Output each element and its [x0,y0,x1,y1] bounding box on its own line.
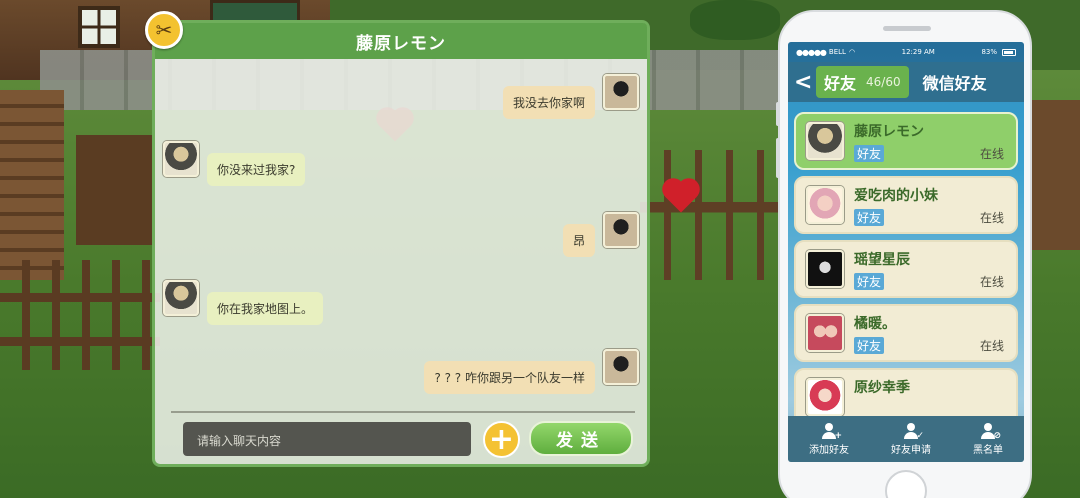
tab-wechat-friends[interactable]: 微信好友 [923,70,987,94]
status-bar: ●●●●● BELL ◠ 12:29 AM 83% [788,42,1024,62]
phone-home-button[interactable] [885,470,927,498]
friend-avatar [806,186,844,224]
signal-icon: ●●●●● [796,47,827,57]
friend-avatar [806,250,844,288]
tab-friends-label: 好友 [824,74,857,93]
tree [690,0,780,40]
friend-request-icon: ✓ [903,422,924,440]
blacklist-icon: ⊘ [980,422,1001,440]
chat-title: 藤原レモン [356,33,446,54]
message-bubble-self: 我没去你家啊 [502,86,595,119]
wooden-crate-right [1030,100,1080,250]
phone-frame: ●●●●● BELL ◠ 12:29 AM 83% < 好友 46/60 微信好… [776,10,1032,498]
plus-icon: + [488,421,515,457]
wooden-fence-left [0,260,160,370]
friend-avatar [806,314,844,352]
footer-label: 添加好友 [809,444,849,456]
online-status: 在线 [979,147,1004,161]
friend-count: 46/60 [866,75,901,89]
wooden-crate [76,135,152,245]
friend-request-button[interactable]: ✓ 好友申请 [891,422,931,456]
wifi-icon: ◠ [848,48,856,56]
message-list[interactable]: 我没去你家啊 你没来过我家? 昂 你在我家地图上。 ? ? ? 咋你跟另一个队友… [155,59,647,411]
self-avatar [603,349,639,385]
online-status: 在线 [979,211,1004,225]
message-bubble-friend: 你在我家地图上。 [207,292,324,325]
phone-header: < 好友 46/60 微信好友 [788,62,1024,102]
chat-input[interactable]: 请输入聊天内容 [183,422,471,456]
message-row: 你没来过我家? [163,141,306,186]
add-badge: + [834,430,842,441]
friend-avatar [806,378,844,416]
blacklist-button[interactable]: ⊘ 黑名单 [973,422,1003,456]
status-left: ●●●●● BELL ◠ [796,48,855,57]
battery-percent: 83% [981,48,997,56]
footer-label: 好友申请 [891,444,931,456]
message-row: 你在我家地图上。 [163,280,324,325]
add-friend-button[interactable]: + 添加好友 [809,422,849,456]
message-bubble-self: ? ? ? 咋你跟另一个队友一样 [424,361,595,394]
self-avatar [603,212,639,248]
friend-tag: 好友 [854,273,885,290]
message-bubble-friend: 你没来过我家? [207,153,306,186]
footer-label: 黑名单 [973,444,1003,456]
self-avatar [603,74,639,110]
chat-header: 藤原レモン [155,23,647,59]
friend-list-item[interactable]: 橘暖。 好友 在线 [794,304,1018,362]
battery-icon [1002,48,1016,56]
friend-list-item[interactable]: 爱吃肉的小妹 好友 在线 [794,176,1018,234]
friend-avatar[interactable] [163,141,199,177]
friend-avatar [806,122,844,160]
add-friend-icon: + [821,422,842,440]
friend-tag: 好友 [854,337,885,354]
friend-tag: 好友 [854,209,885,226]
friend-list-item[interactable]: 瑶望星辰 好友 在线 [794,240,1018,298]
close-button[interactable]: ✂ [145,11,183,49]
back-arrow-icon[interactable]: < [794,70,816,95]
message-bubble-self: 昂 [562,224,595,257]
phone-screen: ●●●●● BELL ◠ 12:29 AM 83% < 好友 46/60 微信好… [788,42,1024,462]
send-button[interactable]: 发送 [529,421,633,456]
status-time: 12:29 AM [901,48,935,56]
house-window [78,6,120,48]
friend-avatar[interactable] [163,280,199,316]
friend-name: 橘暖。 [854,316,896,332]
phone-side-button [776,138,780,178]
block-badge: ⊘ [993,430,1001,441]
phone-speaker [883,26,931,31]
phone-footer: + 添加好友 ✓ 好友申请 ⊘ 黑名单 [788,416,1024,462]
message-row: 我没去你家啊 [502,74,639,119]
online-status: 在线 [979,339,1004,353]
add-attachment-button[interactable]: + [483,421,520,458]
scissors-close-icon: ✂ [155,18,173,42]
phone-side-button [776,102,780,126]
friend-name: 瑶望星辰 [854,252,910,268]
friend-name: 原纱幸季 [854,380,910,396]
tab-friends[interactable]: 好友 46/60 [816,66,909,98]
friend-name: 藤原レモン [854,124,924,140]
friend-list-item[interactable]: 藤原レモン 好友 在线 [794,112,1018,170]
wooden-stairs [0,90,64,280]
friend-name: 爱吃肉的小妹 [854,188,938,204]
carrier-name: BELL [828,48,846,56]
online-status: 在线 [979,275,1004,289]
check-badge: ✓ [916,430,924,441]
wooden-fence-middle [640,150,790,280]
input-divider [171,411,635,413]
message-row: ? ? ? 咋你跟另一个队友一样 [424,349,639,394]
message-row: 昂 [562,212,639,257]
chat-window: 藤原レモン ✂ 我没去你家啊 你没来过我家? 昂 你在我家地图上。 ? ? ? … [145,11,650,467]
friend-tag: 好友 [854,145,885,162]
status-right: 83% [981,48,1016,56]
